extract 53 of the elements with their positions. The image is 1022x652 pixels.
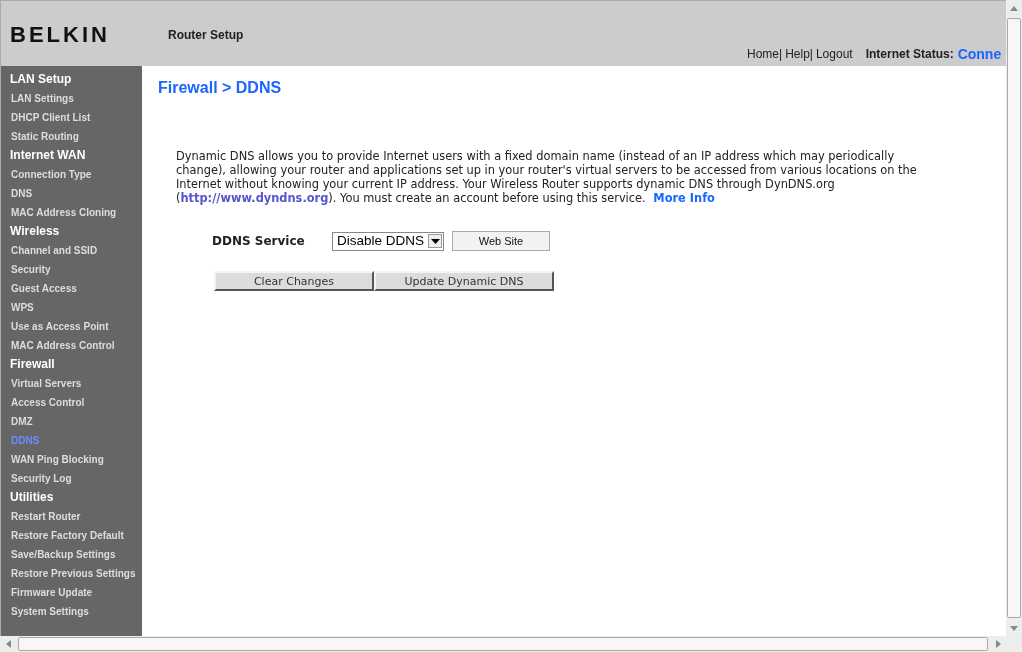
sidebar-item[interactable]: Guest Access: [1, 279, 142, 298]
dyndns-link[interactable]: http://www.dyndns.org: [180, 191, 329, 205]
horizontal-scrollbar[interactable]: [0, 636, 1022, 652]
sidebar-item[interactable]: DNS: [1, 184, 142, 203]
sidebar-item[interactable]: MAC Address Cloning: [1, 203, 142, 222]
internet-status-label: Internet Status:: [865, 47, 954, 61]
action-button[interactable]: Clear Changes: [214, 271, 374, 291]
vertical-scrollbar[interactable]: [1006, 0, 1022, 636]
sidebar-section-title: Utilities: [9, 489, 55, 506]
router-setup-title: Router Setup: [168, 28, 244, 42]
sidebar-item[interactable]: LAN Settings: [1, 89, 142, 108]
sidebar-item[interactable]: Restart Router: [1, 507, 142, 526]
sidebar-item[interactable]: Channel and SSID: [1, 241, 142, 260]
nav-link[interactable]: Home|: [747, 47, 783, 61]
sidebar-item[interactable]: Virtual Servers: [1, 374, 142, 393]
sidebar-item[interactable]: System Settings: [1, 602, 142, 621]
sidebar-item[interactable]: Security Log: [1, 469, 142, 488]
more-info-link[interactable]: More Info: [653, 191, 715, 205]
dropdown-arrow-icon: [430, 238, 440, 244]
sidebar-item[interactable]: Use as Access Point: [1, 317, 142, 336]
sidebar-section-title: Internet WAN: [9, 147, 87, 164]
sidebar-item[interactable]: Restore Previous Settings: [1, 564, 142, 583]
sidebar-item[interactable]: WPS: [1, 298, 142, 317]
belkin-logo: BELKIN: [10, 22, 110, 48]
sidebar-section-title: Wireless: [9, 223, 61, 240]
web-site-button[interactable]: Web Site: [452, 231, 550, 251]
scroll-up-arrow-icon[interactable]: [1010, 5, 1018, 11]
sidebar-item[interactable]: MAC Address Control: [1, 336, 142, 355]
action-button[interactable]: Update Dynamic DNS: [374, 271, 554, 291]
sidebar-section-title: LAN Setup: [9, 71, 73, 88]
scroll-right-arrow-icon[interactable]: [995, 640, 1001, 648]
sidebar-item[interactable]: DMZ: [1, 412, 142, 431]
scroll-left-arrow-icon[interactable]: [5, 640, 11, 648]
ddns-service-label: DDNS Service: [212, 234, 306, 248]
sidebar-item[interactable]: Static Routing: [1, 127, 142, 146]
internet-status-value: Conne: [957, 47, 1002, 61]
scroll-down-arrow-icon[interactable]: [1010, 625, 1018, 631]
sidebar-item[interactable]: DHCP Client List: [1, 108, 142, 127]
ddns-service-dropdown[interactable]: Disable DDNS: [332, 231, 444, 251]
sidebar-item[interactable]: Access Control: [1, 393, 142, 412]
description-text: Dynamic DNS allows you to provide Internet users with a fixed domain name (instead of an IP address which may periodically change), allowing your router and applications set up in your router's virtual servers to be accessed from various locations on the Internet without knowing your current IP address. Your Wireless Router supports dynamic DNS through DynDNS.org (http://www.dyndns.org). You must create an account before using this service. More Info: [176, 149, 918, 205]
nav-link[interactable]: Logout: [815, 47, 853, 61]
scroll-thumb[interactable]: [18, 637, 988, 651]
sidebar-item[interactable]: Save/Backup Settings: [1, 545, 142, 564]
scroll-thumb[interactable]: [1007, 18, 1021, 618]
nav-link[interactable]: Help|: [785, 47, 813, 61]
sidebar-item[interactable]: Firmware Update: [1, 583, 142, 602]
sidebar-item[interactable]: WAN Ping Blocking: [1, 450, 142, 469]
sidebar-item[interactable]: Security: [1, 260, 142, 279]
sidebar-section-title: Firewall: [9, 356, 56, 373]
sidebar-item[interactable]: Restore Factory Default: [1, 526, 142, 545]
page-title: Firewall > DDNS: [158, 79, 283, 97]
sidebar-item[interactable]: Connection Type: [1, 165, 142, 184]
